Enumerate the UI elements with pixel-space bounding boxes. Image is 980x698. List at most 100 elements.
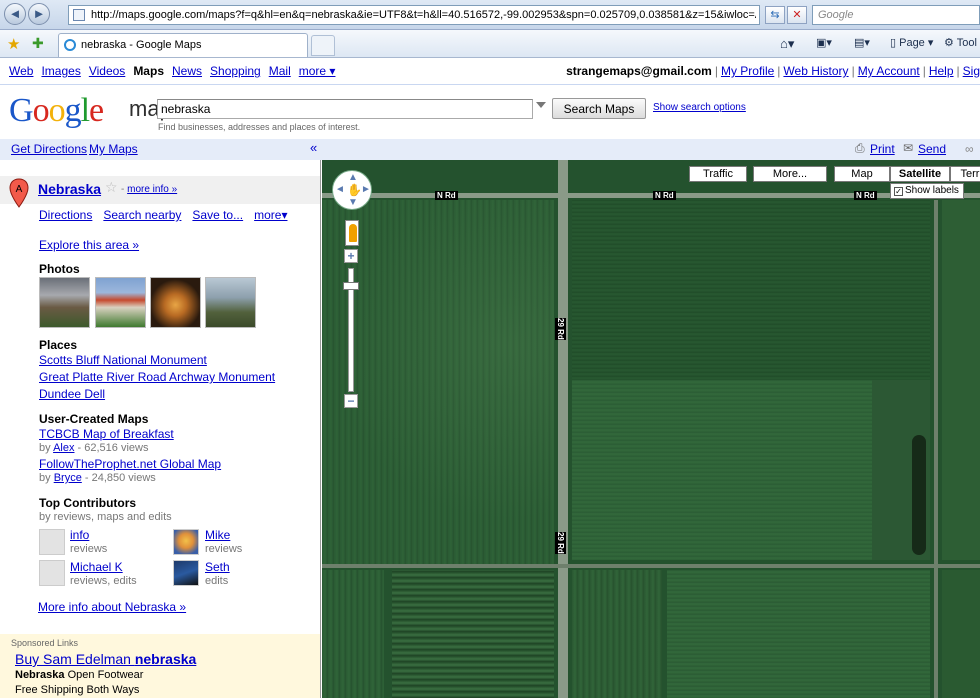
search-input[interactable] bbox=[157, 99, 533, 119]
gbar-account-link[interactable]: My Profile bbox=[721, 64, 774, 78]
gbar-account-link[interactable]: Web History bbox=[783, 64, 848, 78]
place-link[interactable]: Scotts Bluff National Monument bbox=[39, 353, 207, 367]
road-label: 29 Rd bbox=[555, 318, 566, 340]
more-about-link[interactable]: More info about Nebraska » bbox=[38, 600, 186, 614]
zoom-out-button[interactable]: − bbox=[344, 394, 358, 408]
pegman-icon[interactable] bbox=[345, 220, 359, 246]
result-title-link[interactable]: Nebraska bbox=[38, 181, 101, 197]
show-labels-text: Show labels bbox=[905, 185, 959, 196]
photo-cathedral[interactable] bbox=[150, 277, 201, 328]
tab-google-maps[interactable]: nebraska - Google Maps bbox=[58, 33, 308, 57]
feeds-icon[interactable]: ▣▾ bbox=[816, 36, 832, 49]
gbar-account-link[interactable]: My Account bbox=[858, 64, 920, 78]
ad-title-keyword: nebraska bbox=[134, 651, 197, 667]
zoom-slider-thumb[interactable] bbox=[343, 282, 359, 290]
collapse-panel-icon[interactable]: « bbox=[310, 140, 317, 155]
photo-stadium[interactable] bbox=[39, 277, 90, 328]
print-icon[interactable]: ▤▾ bbox=[854, 36, 870, 49]
photo-building[interactable] bbox=[205, 277, 256, 328]
result-action-link[interactable]: Save to... bbox=[192, 208, 243, 222]
browser-address-bar: ◄ ► http://maps.google.com/maps?f=q&hl=e… bbox=[0, 0, 980, 30]
home-icon[interactable]: ⌂▾ bbox=[780, 36, 794, 52]
star-icon[interactable]: ☆ bbox=[105, 179, 118, 196]
satellite-map[interactable]: N Rd N Rd N Rd 29 Rd 29 Rd ▲ ▼ ◄ ► ✋ + −… bbox=[322, 160, 980, 698]
result-action-link[interactable]: Directions bbox=[39, 208, 92, 222]
browser-tab-bar: ★ ✚ nebraska - Google Maps ⌂▾ ▣▾ ▤▾ ▯ Pa… bbox=[0, 30, 980, 58]
contributor-link[interactable]: info bbox=[70, 528, 89, 542]
envelope-icon: ✉ bbox=[903, 141, 914, 155]
marker-a-icon[interactable]: A bbox=[9, 178, 29, 208]
stop-button[interactable]: ✕ bbox=[787, 6, 807, 24]
pan-up-icon[interactable]: ▲ bbox=[348, 172, 358, 183]
avatar[interactable] bbox=[173, 529, 199, 555]
contributor-link[interactable]: Mike bbox=[205, 528, 230, 542]
pan-right-icon[interactable]: ► bbox=[361, 184, 371, 195]
forward-button[interactable]: ► bbox=[28, 3, 50, 25]
page-menu[interactable]: ▯ Page ▾ bbox=[890, 36, 933, 49]
user-map-link[interactable]: FollowTheProphet.net Global Map bbox=[39, 457, 221, 471]
add-favorite-icon[interactable]: ✚ bbox=[32, 35, 44, 52]
pan-control[interactable]: ▲ ▼ ◄ ► ✋ bbox=[332, 170, 372, 210]
result-action-link[interactable]: Search nearby bbox=[103, 208, 181, 222]
gbar-services: Web Images Videos Maps News Shopping Mail more … bbox=[9, 64, 343, 78]
user-map-author-link[interactable]: Bryce bbox=[54, 472, 82, 484]
gbar-item[interactable]: Web bbox=[9, 64, 33, 78]
get-directions-link[interactable]: Get Directions bbox=[11, 142, 87, 156]
map-type-satellite-button[interactable]: Satellite bbox=[890, 166, 950, 182]
explore-area-link[interactable]: Explore this area » bbox=[39, 238, 139, 252]
zoom-in-button[interactable]: + bbox=[344, 249, 358, 263]
pan-down-icon[interactable]: ▼ bbox=[348, 197, 358, 208]
user-map-author-link[interactable]: Alex bbox=[53, 442, 74, 454]
gbar-item[interactable]: Mail bbox=[269, 64, 291, 78]
avatar[interactable] bbox=[39, 529, 65, 555]
favorites-star-icon[interactable]: ★ bbox=[7, 35, 20, 53]
search-maps-button[interactable]: Search Maps bbox=[552, 98, 646, 119]
my-maps-link[interactable]: My Maps bbox=[89, 142, 138, 156]
gbar-account-link[interactable]: Help bbox=[929, 64, 954, 78]
ad-title-link[interactable]: Buy Sam Edelman nebraska bbox=[15, 651, 196, 667]
more-button[interactable]: More... bbox=[753, 166, 827, 182]
refresh-button[interactable]: ⇆ bbox=[765, 6, 785, 24]
back-button[interactable]: ◄ bbox=[4, 3, 26, 25]
avatar[interactable] bbox=[39, 560, 65, 586]
gbar-separator: | bbox=[922, 64, 926, 78]
result-action-link[interactable]: more▾ bbox=[254, 208, 287, 222]
field-edge bbox=[322, 564, 980, 568]
field-edge bbox=[934, 200, 938, 698]
contributor-link[interactable]: Seth bbox=[205, 560, 230, 574]
link-icon[interactable]: ∞ bbox=[965, 142, 974, 156]
place-link[interactable]: Great Platte River Road Archway Monument bbox=[39, 370, 275, 384]
browser-search-input[interactable]: Google bbox=[812, 5, 980, 25]
gbar-item[interactable]: Images bbox=[41, 64, 80, 78]
gbar-account-link[interactable]: Sig bbox=[963, 64, 980, 78]
gbar-item[interactable]: Videos bbox=[89, 64, 125, 78]
place-link[interactable]: Dundee Dell bbox=[39, 387, 105, 401]
user-map-views: - 62,516 views bbox=[74, 442, 149, 454]
more-info-link[interactable]: more info » bbox=[127, 184, 177, 195]
user-map-link[interactable]: TCBCB Map of Breakfast bbox=[39, 427, 174, 441]
user-map-by: by bbox=[39, 472, 51, 484]
gbar-item[interactable]: Maps bbox=[133, 64, 164, 78]
gbar-item[interactable]: Shopping bbox=[210, 64, 261, 78]
traffic-button[interactable]: Traffic bbox=[689, 166, 747, 182]
gbar-item[interactable]: News bbox=[172, 64, 202, 78]
show-search-options-link[interactable]: Show search options bbox=[653, 102, 746, 113]
print-link[interactable]: Print bbox=[870, 142, 895, 156]
map-type-terrain-button[interactable]: Terr bbox=[950, 166, 980, 182]
show-labels-toggle[interactable]: ✓ Show labels bbox=[890, 183, 964, 199]
pan-left-icon[interactable]: ◄ bbox=[335, 184, 345, 195]
send-link[interactable]: Send bbox=[918, 142, 946, 156]
url-field[interactable]: http://maps.google.com/maps?f=q&hl=en&q=… bbox=[68, 5, 760, 25]
road-label: N Rd bbox=[435, 191, 458, 200]
chevron-down-icon[interactable] bbox=[536, 102, 546, 108]
avatar[interactable] bbox=[173, 560, 199, 586]
tools-menu[interactable]: ⚙ Tool bbox=[944, 36, 977, 49]
new-tab-button[interactable] bbox=[311, 35, 335, 56]
field-tile bbox=[322, 570, 384, 698]
photo-field[interactable] bbox=[95, 277, 146, 328]
gbar-item[interactable]: more ▾ bbox=[299, 64, 336, 78]
ad-keyword: Nebraska bbox=[15, 669, 65, 681]
contributor-link[interactable]: Michael K bbox=[70, 560, 123, 574]
google-maps-logo[interactable]: Google maps bbox=[9, 92, 183, 129]
map-type-map-button[interactable]: Map bbox=[834, 166, 890, 182]
